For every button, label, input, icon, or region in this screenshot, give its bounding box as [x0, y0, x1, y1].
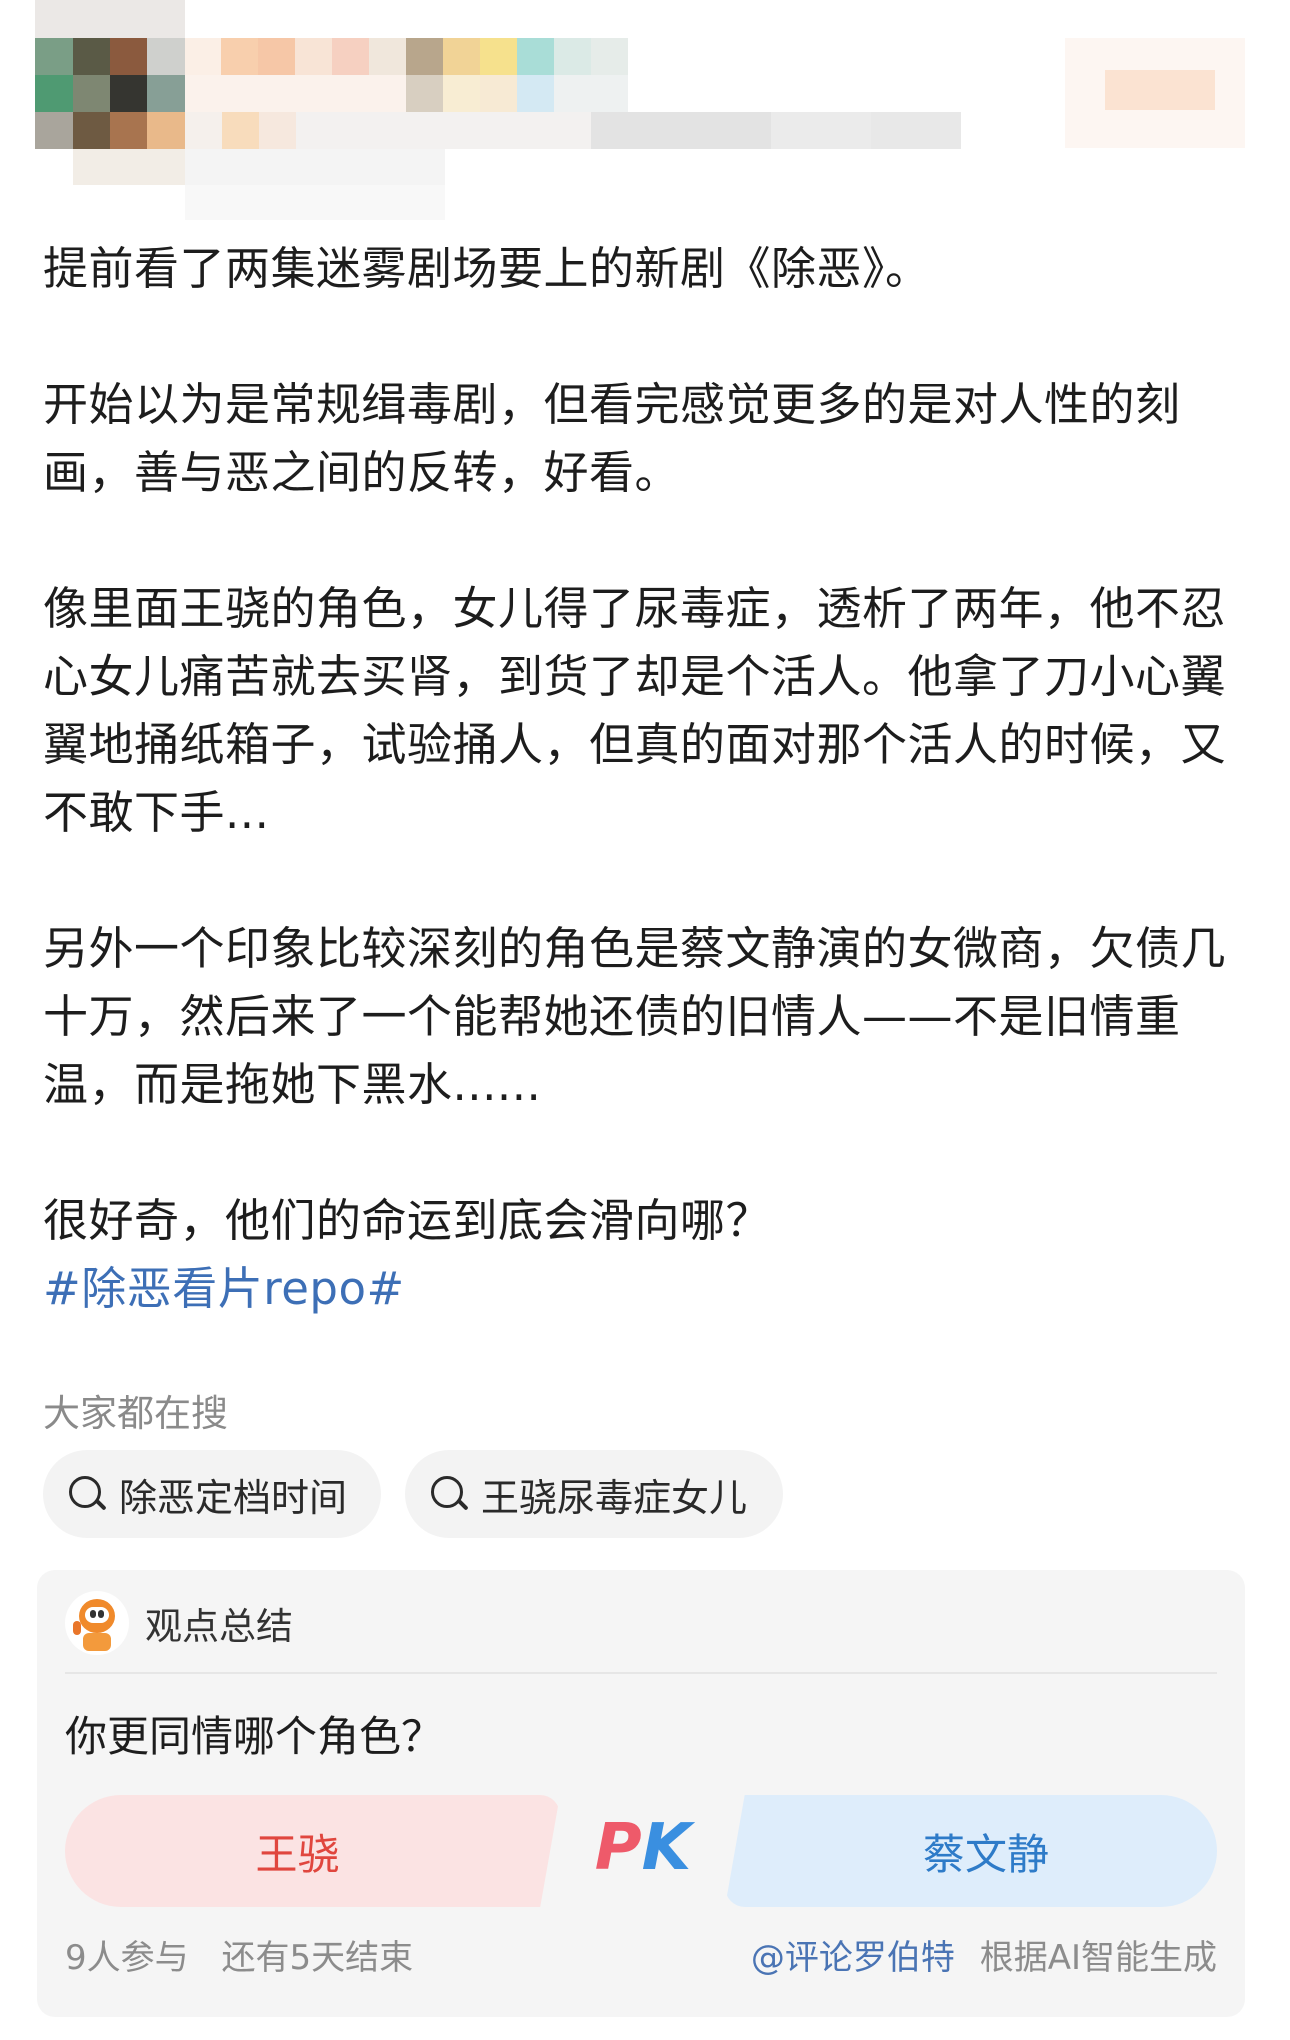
post-paragraph: 像里面王骁的角色，女儿得了尿毒症，透析了两年，他不忍心女儿痛苦就去买肾，到货了却…	[43, 582, 1227, 839]
author-link[interactable]: @评论罗伯特	[751, 1938, 955, 1978]
search-chip[interactable]: 王骁尿毒症女儿	[405, 1450, 783, 1538]
ai-generated-note: 根据AI智能生成	[979, 1938, 1217, 1978]
poll-stats: 9人参与 还有5天结束	[65, 1930, 435, 1979]
ai-attribution: @评论罗伯特 根据AI智能生成	[751, 1930, 1217, 1979]
hashtag-link[interactable]: #除恶看片repo#	[43, 1255, 1248, 1323]
time-remaining: 还有5天结束	[221, 1938, 414, 1978]
search-icon	[67, 1474, 107, 1514]
vote-option-right-label: 蔡文静	[922, 1829, 1049, 1879]
card-title: 观点总结	[145, 1605, 293, 1648]
post-paragraph: 另外一个印象比较深刻的角色是蔡文静演的女微商，欠债几十万，然后来了一个能帮她还债…	[43, 922, 1227, 1111]
pk-k-letter: K	[641, 1811, 692, 1885]
card-header: 观点总结	[65, 1588, 293, 1658]
post-paragraph: 提前看了两集迷雾剧场要上的新剧《除恶》。	[43, 242, 931, 295]
search-chip-label: 王骁尿毒症女儿	[481, 1475, 748, 1520]
trending-search-label: 大家都在搜	[43, 1392, 228, 1435]
search-icon	[429, 1474, 469, 1514]
opinion-summary-card: 观点总结 你更同情哪个角色？ 王骁 PK 蔡文静 9人参与 还有5天结束 @评论…	[37, 1570, 1245, 2017]
post-paragraph: 开始以为是常规缉毒剧，但看完感觉更多的是对人性的刻画，善与恶之间的反转，好看。	[43, 378, 1181, 499]
divider	[65, 1672, 1217, 1674]
vote-option-left-button[interactable]: 王骁	[65, 1795, 560, 1907]
robot-avatar-icon	[65, 1591, 129, 1655]
participant-count: 9人参与	[65, 1938, 189, 1978]
poll-question: 你更同情哪个角色？	[65, 1712, 444, 1761]
pk-p-letter: P	[594, 1811, 642, 1885]
vote-option-right-button[interactable]: 蔡文静	[725, 1795, 1217, 1907]
user-header-pixelated	[0, 0, 1290, 225]
post-body: 提前看了两集迷雾剧场要上的新剧《除恶》。 开始以为是常规缉毒剧，但看完感觉更多的…	[43, 235, 1248, 1323]
search-chip-label: 除恶定档时间	[119, 1475, 348, 1520]
card-footer: 9人参与 还有5天结束 @评论罗伯特 根据AI智能生成	[65, 1930, 1217, 1980]
vote-option-left-label: 王骁	[255, 1829, 340, 1879]
search-chip[interactable]: 除恶定档时间	[43, 1450, 381, 1538]
pk-icon: PK	[593, 1808, 693, 1888]
post-paragraph: 很好奇，他们的命运到底会滑向哪？	[43, 1194, 772, 1247]
